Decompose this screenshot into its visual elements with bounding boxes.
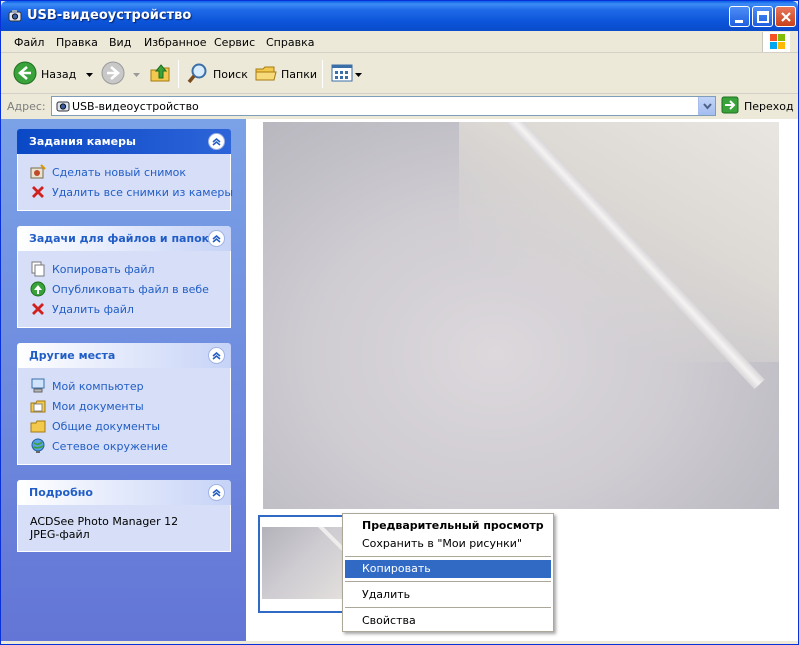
ctx-separator (345, 581, 551, 582)
collapse-chevron-icon[interactable] (208, 230, 225, 247)
place-shared-documents[interactable]: Общие документы (30, 416, 220, 436)
details-header[interactable]: Подробно (17, 480, 231, 505)
camera-icon (7, 8, 23, 24)
address-value: USB-видеоустройство (72, 100, 199, 113)
back-dropdown-icon[interactable] (86, 68, 94, 81)
address-bar: Адрес: USB-видеоустройство Переход (1, 94, 798, 118)
go-button[interactable]: Переход (721, 96, 794, 117)
ctx-delete[interactable]: Удалить (345, 586, 551, 604)
forward-dropdown-icon[interactable] (133, 68, 140, 81)
details-file-type: JPEG-файл (30, 528, 90, 541)
views-dropdown-icon (355, 68, 362, 81)
address-label: Адрес: (7, 100, 46, 113)
search-label: Поиск (213, 67, 248, 81)
windows-logo-icon (762, 32, 790, 52)
ctx-save-to-my-pictures[interactable]: Сохранить в "Мои рисунки" (345, 535, 551, 553)
maximize-button[interactable] (752, 6, 773, 27)
back-arrow-icon (13, 61, 37, 88)
ctx-separator (345, 556, 551, 557)
go-arrow-icon (721, 96, 739, 117)
menu-favorites[interactable]: Избранное (144, 36, 206, 49)
camera-tasks-header[interactable]: Задания камеры (17, 129, 231, 154)
minimize-button[interactable] (729, 6, 750, 27)
snapshot-thumbnail[interactable] (258, 515, 346, 613)
new-snapshot-icon (30, 164, 46, 180)
search-icon (186, 61, 210, 88)
ctx-separator (345, 607, 551, 608)
task-publish-file-web[interactable]: Опубликовать файл в вебе (30, 279, 220, 299)
go-label: Переход (744, 99, 794, 113)
camera-tasks-title: Задания камеры (29, 135, 136, 148)
back-label: Назад (41, 67, 77, 81)
views-grid-icon (331, 63, 353, 86)
network-globe-icon (30, 438, 46, 454)
collapse-chevron-icon[interactable] (208, 133, 225, 150)
up-folder-button[interactable] (149, 61, 173, 87)
camera-icon (55, 98, 71, 117)
my-computer-icon (30, 378, 46, 394)
camera-preview-image (263, 122, 779, 509)
file-tasks-header[interactable]: Задачи для файлов и папок (17, 226, 231, 251)
file-tasks-list: Копировать файл Опубликовать файл в вебе… (17, 251, 231, 328)
my-documents-icon (30, 398, 46, 414)
up-folder-icon (149, 61, 173, 88)
other-places-group: Другие места Мой компьютер Мои документы (17, 343, 231, 465)
other-places-title: Другие места (29, 349, 116, 362)
context-menu: Предварительный просмотр Сохранить в "Мо… (342, 513, 554, 632)
details-title: Подробно (29, 486, 93, 499)
address-input[interactable]: USB-видеоустройство (51, 96, 716, 116)
collapse-chevron-icon[interactable] (208, 347, 225, 364)
place-network[interactable]: Сетевое окружение (30, 436, 220, 456)
delete-x-icon (30, 301, 46, 317)
toolbar: Назад Поиск Папки (1, 54, 798, 94)
globe-publish-icon (30, 281, 46, 297)
snapshot-thumbnail-image (262, 527, 342, 599)
other-places-header[interactable]: Другие места (17, 343, 231, 368)
menu-edit[interactable]: Правка (56, 36, 98, 49)
close-button[interactable] (775, 6, 796, 27)
camera-tasks-group: Задания камеры Сделать новый снимок Удал (17, 129, 233, 211)
explorer-window: USB-видеоустройство Файл Правка Вид Избр… (0, 0, 799, 645)
views-button[interactable] (331, 61, 362, 87)
details-body: ACDSee Photo Manager 12 JPEG-файл (17, 505, 231, 552)
camera-tasks-list: Сделать новый снимок Удалить все снимки … (17, 154, 233, 211)
menu-view[interactable]: Вид (109, 36, 131, 49)
copy-file-icon (30, 261, 46, 277)
menu-help[interactable]: Справка (266, 36, 314, 49)
menu-tools[interactable]: Сервис (214, 36, 255, 49)
task-pane: Задания камеры Сделать новый снимок Удал (1, 119, 246, 641)
details-group: Подробно ACDSee Photo Manager 12 JPEG-фа… (17, 480, 231, 552)
file-tasks-group: Задачи для файлов и папок Копировать фай… (17, 226, 231, 328)
menu-bar: Файл Правка Вид Избранное Сервис Справка (1, 31, 798, 53)
ctx-preview[interactable]: Предварительный просмотр (345, 517, 551, 535)
window-title: USB-видеоустройство (27, 8, 192, 23)
collapse-chevron-icon[interactable] (208, 484, 225, 501)
folders-icon (254, 61, 278, 88)
task-delete-all-photos[interactable]: Удалить все снимки из камеры (30, 182, 233, 202)
folders-button[interactable]: Папки (254, 61, 317, 87)
task-delete-file[interactable]: Удалить файл (30, 299, 220, 319)
folders-label: Папки (281, 67, 317, 81)
title-bar[interactable]: USB-видеоустройство (1, 1, 798, 31)
place-my-computer[interactable]: Мой компьютер (30, 376, 220, 396)
forward-button[interactable] (101, 61, 140, 87)
search-button[interactable]: Поиск (186, 61, 248, 87)
details-file-owner: ACDSee Photo Manager 12 (30, 515, 179, 528)
other-places-list: Мой компьютер Мои документы Общие докуме… (17, 368, 231, 465)
ctx-copy[interactable]: Копировать (345, 560, 551, 578)
task-copy-file[interactable]: Копировать файл (30, 259, 220, 279)
folder-icon (30, 418, 46, 434)
back-button[interactable]: Назад (13, 61, 94, 88)
toolbar-separator (322, 60, 323, 88)
ctx-properties[interactable]: Свойства (345, 612, 551, 630)
forward-arrow-icon (101, 61, 125, 88)
toolbar-separator (178, 60, 179, 88)
menu-file[interactable]: Файл (14, 36, 44, 49)
file-tasks-title: Задачи для файлов и папок (29, 232, 210, 245)
delete-x-icon (30, 184, 46, 200)
address-dropdown-button[interactable] (698, 97, 715, 115)
task-take-snapshot[interactable]: Сделать новый снимок (30, 162, 220, 182)
place-my-documents[interactable]: Мои документы (30, 396, 220, 416)
